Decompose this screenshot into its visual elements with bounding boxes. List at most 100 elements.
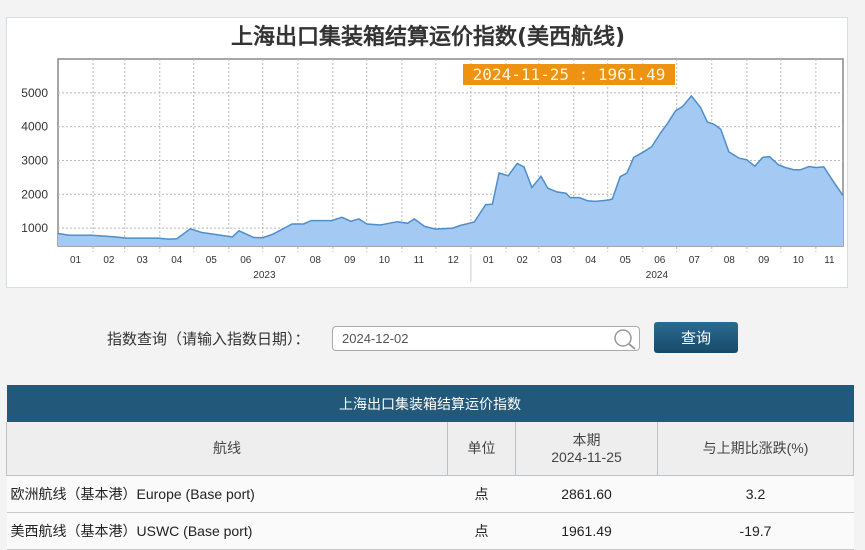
change-cell: 3.2 xyxy=(657,475,854,513)
data-point xyxy=(189,228,191,230)
data-point xyxy=(262,237,264,239)
data-point xyxy=(157,237,159,239)
freight-index-chart: 上海出口集装箱结算运价指数(美西航线) 01 02 03 04 05 06 07 08 09 10 1… xyxy=(6,17,848,288)
data-point xyxy=(540,175,542,177)
month-tick-label: 02 xyxy=(517,255,529,266)
unit-cell: 点 xyxy=(447,475,516,513)
data-point xyxy=(379,224,381,226)
data-point xyxy=(168,238,170,240)
data-point xyxy=(578,197,580,199)
month-tick-label: 05 xyxy=(620,255,632,266)
data-point xyxy=(667,122,669,124)
data-point xyxy=(358,218,360,220)
chart-svg: 上海出口集装箱结算运价指数(美西航线) 01 02 03 04 05 06 07 08 09 10 1… xyxy=(21,24,844,282)
date-input[interactable] xyxy=(332,326,640,351)
year-label: 2023 xyxy=(253,270,276,281)
header-unit: 单位 xyxy=(447,422,516,476)
data-point xyxy=(176,238,178,240)
data-point xyxy=(565,192,567,194)
data-point xyxy=(498,172,500,174)
data-point xyxy=(586,200,588,202)
data-point xyxy=(681,106,683,108)
data-point xyxy=(754,165,756,167)
month-tick-label: 01 xyxy=(483,255,495,266)
data-point xyxy=(112,236,114,238)
data-point xyxy=(57,232,59,234)
table-caption: 上海出口集装箱结算运价指数 xyxy=(6,385,854,422)
month-tick-label: 04 xyxy=(585,255,597,266)
data-point xyxy=(832,180,834,182)
data-point xyxy=(642,151,644,153)
data-point xyxy=(272,233,274,235)
header-change: 与上期比涨跌(%) xyxy=(657,422,854,476)
month-tick-label: 01 xyxy=(70,255,82,266)
y-tick-label: 5000 xyxy=(21,86,48,100)
data-point xyxy=(808,166,810,168)
month-tick-label: 11 xyxy=(414,255,425,266)
data-point xyxy=(396,221,398,223)
header-route: 航线 xyxy=(6,422,448,476)
table-row: 欧洲航线（基本港）Europe (Base port) 点 2861.60 3.… xyxy=(6,475,854,513)
data-point xyxy=(626,172,628,174)
data-point xyxy=(768,156,770,158)
data-point xyxy=(633,156,635,158)
data-point xyxy=(531,186,533,188)
header-period-label: 本期 xyxy=(572,431,601,448)
data-point xyxy=(784,167,786,169)
y-tick-label: 2000 xyxy=(21,187,48,201)
data-point xyxy=(491,203,493,205)
table-row: 美西航线（基本港）USWC (Base port) 点 1961.49 -19.… xyxy=(6,512,854,550)
data-point xyxy=(302,223,304,225)
data-point xyxy=(68,234,70,236)
data-point xyxy=(507,175,509,177)
month-tick-label: 06 xyxy=(654,255,666,266)
month-tick-label: 09 xyxy=(344,255,356,266)
data-point xyxy=(611,198,613,200)
data-point xyxy=(675,110,677,112)
month-tick-label: 06 xyxy=(240,255,252,266)
data-point xyxy=(231,236,233,238)
data-point xyxy=(220,234,222,236)
data-point xyxy=(516,162,518,164)
month-tick-label: 09 xyxy=(758,255,770,266)
data-point xyxy=(523,166,525,168)
data-point xyxy=(201,231,203,233)
data-point xyxy=(762,156,764,158)
data-point xyxy=(792,169,794,171)
data-point xyxy=(728,151,730,153)
y-tick-label: 3000 xyxy=(21,153,48,167)
month-tick-label: 10 xyxy=(793,255,805,266)
data-point xyxy=(619,176,621,178)
data-point xyxy=(746,159,748,161)
data-point xyxy=(547,187,549,189)
month-tick-label: 03 xyxy=(137,255,149,266)
data-point xyxy=(706,121,708,123)
year-label: 2024 xyxy=(646,270,669,281)
query-button[interactable]: 查询 xyxy=(654,322,738,353)
tooltip-text: 2024-11-25 : 1961.49 xyxy=(473,65,666,84)
index-table: 上海出口集装箱结算运价指数 航线 单位 本期 2024-11-25 与上期比涨跌(… xyxy=(6,385,854,550)
data-point xyxy=(608,199,610,201)
search-icon[interactable] xyxy=(612,328,638,350)
month-tick-label: 04 xyxy=(171,255,183,266)
data-point xyxy=(253,237,255,239)
data-point xyxy=(350,220,352,222)
data-point xyxy=(569,197,571,199)
data-point xyxy=(485,204,487,206)
data-point xyxy=(452,227,454,229)
month-tick-label: 02 xyxy=(103,255,115,266)
data-point xyxy=(823,166,825,168)
change-cell: -19.7 xyxy=(657,512,854,550)
data-point xyxy=(815,167,817,169)
month-tick-label: 07 xyxy=(275,255,287,266)
data-point xyxy=(720,128,722,130)
data-point xyxy=(842,195,844,197)
data-point xyxy=(778,164,780,166)
data-point xyxy=(660,131,662,133)
y-tick-label: 1000 xyxy=(21,221,48,235)
month-tick-label: 10 xyxy=(379,255,391,266)
data-point xyxy=(651,146,653,148)
unit-cell: 点 xyxy=(447,512,516,550)
data-point xyxy=(713,123,715,125)
data-point xyxy=(460,224,462,226)
